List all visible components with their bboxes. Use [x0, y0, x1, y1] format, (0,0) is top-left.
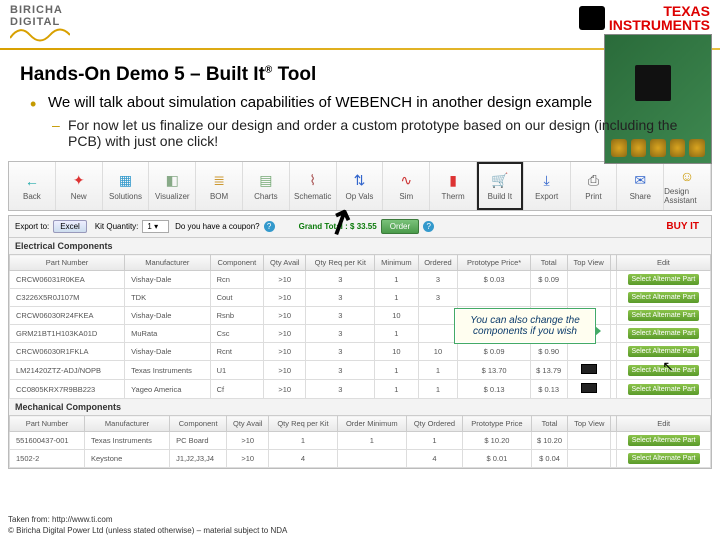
electrical-section-label: Electrical Components: [9, 238, 711, 254]
table-row: GRM21BT1H103KA01DMuRataCsc>1031Select Al…: [10, 325, 711, 343]
bom-icon: ≣: [209, 172, 229, 190]
toolbar-solutions[interactable]: ▦Solutions: [103, 162, 150, 210]
toolbar-bom[interactable]: ≣BOM: [196, 162, 243, 210]
help-icon[interactable]: ?: [264, 221, 275, 232]
select-alternate-button[interactable]: Select Alternate Part: [628, 292, 700, 303]
new-icon: ✦: [69, 172, 89, 190]
mechanical-section-label: Mechanical Components: [9, 399, 711, 415]
solutions-icon: ▦: [115, 172, 135, 190]
toolbar-therm[interactable]: ▮Therm: [430, 162, 477, 210]
coupon-label: Do you have a coupon??: [175, 221, 279, 232]
cursor-icon: ↖: [662, 358, 674, 375]
ti-chip-icon: [579, 6, 605, 30]
print-icon: ⎙: [583, 172, 603, 190]
kit-qty-select[interactable]: 1 ▾: [142, 220, 169, 233]
select-alternate-button[interactable]: Select Alternate Part: [628, 274, 700, 285]
toolbar-charts[interactable]: ▤Charts: [243, 162, 290, 210]
biricha-logo: BIRICHA DIGITAL: [10, 4, 70, 45]
table-row: 1502-2KeystoneJ1,J2,J3,J4>1044$ 0.01$ 0.…: [10, 450, 711, 468]
bullet-list: We will talk about simulation capabiliti…: [0, 94, 720, 155]
select-alternate-button[interactable]: Select Alternate Part: [628, 346, 700, 357]
toolbar-new[interactable]: ✦New: [56, 162, 103, 210]
ti-logo: TEXASINSTRUMENTS: [579, 4, 710, 33]
select-alternate-button[interactable]: Select Alternate Part: [628, 384, 700, 395]
export-excel-button[interactable]: Excel: [53, 220, 87, 233]
table-row: CRCW06030R24FKEAVishay-DaleRsnb>10310Sel…: [10, 307, 711, 325]
component-icon: [581, 383, 597, 393]
bullet-2: For now let us finalize our design and o…: [48, 111, 690, 155]
select-alternate-button[interactable]: Select Alternate Part: [628, 435, 700, 446]
share-icon: ✉: [630, 172, 650, 190]
select-alternate-button[interactable]: Select Alternate Part: [628, 453, 700, 464]
buy-panel: Export to: Excel Kit Quantity: 1 ▾ Do yo…: [8, 215, 712, 469]
design assistant-icon: ☺: [677, 167, 697, 185]
mechanical-table: Part NumberManufacturerComponentQty Avai…: [9, 415, 711, 468]
table-row: CRCW06031R0KEAVishay-DaleRcn>10313$ 0.03…: [10, 271, 711, 289]
callout-box: You can also change the components if yo…: [454, 308, 596, 344]
toolbar-share[interactable]: ✉Share: [617, 162, 664, 210]
export-icon: ⤓: [537, 172, 557, 190]
visualizer-icon: ◧: [162, 172, 182, 190]
toolbar-schematic[interactable]: ⌇Schematic: [290, 162, 337, 210]
toolbar-back[interactable]: ←Back: [9, 162, 56, 210]
table-row: 551600437-001Texas InstrumentsPC Board>1…: [10, 432, 711, 450]
charts-icon: ▤: [256, 172, 276, 190]
select-alternate-button[interactable]: Select Alternate Part: [628, 328, 700, 339]
toolbar-sim[interactable]: ∿Sim: [383, 162, 430, 210]
schematic-icon: ⌇: [303, 172, 323, 190]
electrical-table: Part NumberManufacturerComponentQty Avai…: [9, 254, 711, 399]
toolbar-design-assistant[interactable]: ☺Design Assistant: [664, 162, 711, 210]
select-alternate-button[interactable]: Select Alternate Part: [628, 310, 700, 321]
export-label: Export to:: [15, 222, 49, 231]
component-icon: [581, 364, 597, 374]
webench-toolbar: ←Back✦New▦Solutions◧Visualizer≣BOM▤Chart…: [8, 161, 712, 211]
op vals-icon: ⇅: [349, 172, 369, 190]
toolbar-print[interactable]: ⎙Print: [571, 162, 618, 210]
footer: Taken from: http://www.ti.com © Biricha …: [8, 515, 287, 536]
toolbar-build-it[interactable]: 🛒Build It: [477, 162, 524, 210]
back-icon: ←: [22, 172, 42, 190]
sim-icon: ∿: [396, 172, 416, 190]
table-row: CC0805KRX7R9BB223Yageo AmericaCf>10311$ …: [10, 380, 711, 399]
kit-qty-label: Kit Quantity:: [95, 222, 139, 231]
order-button[interactable]: Order: [381, 219, 419, 234]
therm-icon: ▮: [443, 172, 463, 190]
table-row: CRCW06030R1FKLAVishay-DaleRcnt>1031010$ …: [10, 343, 711, 361]
bullet-1: We will talk about simulation capabiliti…: [48, 94, 690, 111]
buy-it-label: BUY IT: [666, 221, 699, 232]
table-row: C3226X5R0J107MTDKCout>10313Select Altern…: [10, 289, 711, 307]
build it-icon: 🛒: [490, 172, 510, 190]
toolbar-export[interactable]: ⤓Export: [524, 162, 571, 210]
toolbar-visualizer[interactable]: ◧Visualizer: [149, 162, 196, 210]
table-row: LM21420ZTZ-ADJ/NOPBTexas InstrumentsU1>1…: [10, 361, 711, 380]
help-icon[interactable]: ?: [423, 221, 434, 232]
